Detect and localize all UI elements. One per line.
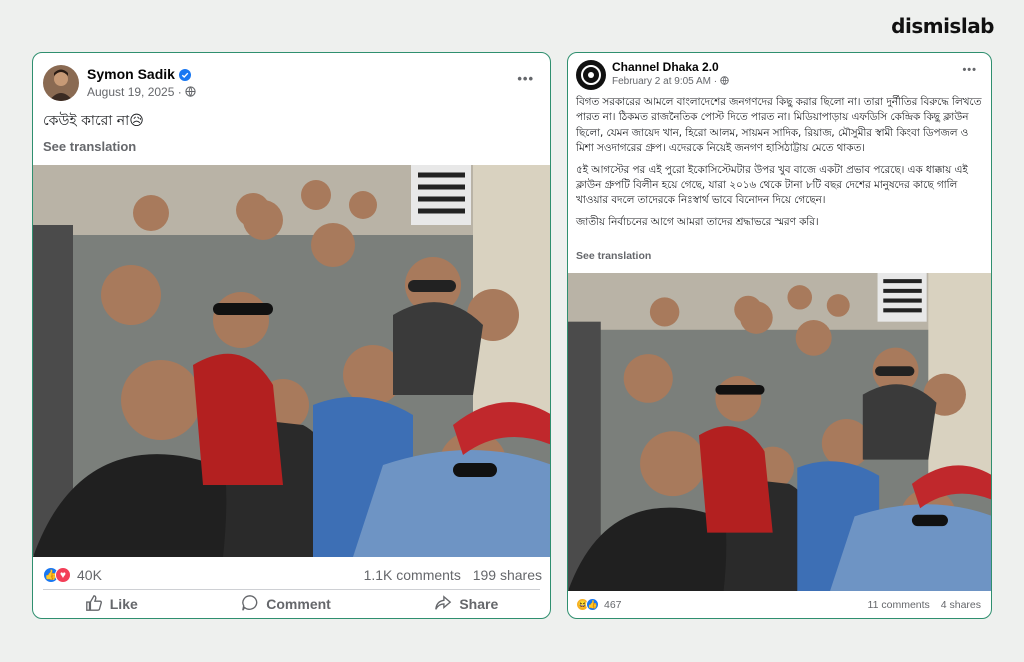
right-facebook-post: Channel Dhaka 2.0 February 2 at 9:05 AM …: [567, 52, 992, 619]
comment-label: Comment: [266, 596, 331, 612]
verified-icon: [178, 68, 191, 84]
see-translation-link[interactable]: See translation: [43, 139, 136, 154]
post-meta: August 19, 2025 ·: [87, 85, 196, 99]
share-icon: [434, 594, 452, 615]
post-date[interactable]: August 19, 2025: [87, 85, 174, 99]
reaction-summary[interactable]: 😆 👍 467: [576, 598, 622, 611]
share-label: Share: [459, 596, 499, 612]
group-selfie-photo[interactable]: [33, 165, 550, 557]
shares-count-link[interactable]: 4 shares: [941, 599, 981, 611]
post-paragraph: ৫ই আগস্টের পর এই পুরো ইকোসিস্টেমটার উপর …: [576, 163, 968, 207]
love-reaction-icon: ♥: [55, 567, 71, 583]
author-name[interactable]: Symon Sadik: [87, 66, 191, 84]
like-label: Like: [109, 596, 138, 612]
action-bar: Like Comment Share: [33, 593, 550, 615]
engagement-summary: 11 comments 4 shares: [868, 599, 981, 611]
comment-icon: [241, 594, 259, 615]
globe-icon: [185, 85, 196, 99]
post-text: বিগত সরকারের আমলে বাংলাদেশের জনগণদের কিছ…: [576, 95, 986, 230]
like-reaction-icon: 👍: [586, 598, 599, 611]
comments-count-link[interactable]: 11 comments: [868, 599, 930, 611]
divider: [43, 589, 540, 590]
post-text: কেউই কারো না😥: [43, 113, 144, 129]
post-paragraph: বিগত সরকারের আমলে বাংলাদেশের জনগণদের কিছ…: [576, 96, 982, 155]
post-paragraph: জাতীয় নির্বাচনের আগে আমরা তাদের শ্রদ্ধা…: [576, 215, 819, 228]
dismislab-logo: dismislab: [891, 14, 994, 38]
more-options-button[interactable]: •••: [517, 71, 534, 86]
like-button[interactable]: Like: [85, 594, 138, 615]
globe-icon: [720, 76, 729, 87]
share-button[interactable]: Share: [434, 594, 498, 615]
see-translation-link[interactable]: See translation: [576, 250, 651, 262]
left-facebook-post: Symon Sadik August 19, 2025 · ••• কেউই ক…: [32, 52, 551, 619]
page-name[interactable]: Channel Dhaka 2.0: [612, 60, 719, 74]
shares-count-link[interactable]: 199 shares: [473, 567, 542, 583]
reaction-count: 40K: [77, 567, 102, 583]
comments-count-link[interactable]: 1.1K comments: [364, 567, 461, 583]
comment-button[interactable]: Comment: [241, 594, 331, 615]
engagement-summary: 1.1K comments 199 shares: [364, 567, 542, 583]
reaction-count: 467: [604, 598, 622, 611]
post-meta: February 2 at 9:05 AM ·: [612, 76, 729, 87]
author-avatar[interactable]: [43, 65, 79, 101]
group-selfie-photo[interactable]: [568, 273, 991, 591]
post-date[interactable]: February 2 at 9:05 AM: [612, 76, 711, 87]
more-options-button[interactable]: •••: [962, 64, 977, 76]
like-icon: [85, 594, 103, 615]
reaction-summary[interactable]: 👍 ♥ 40K: [43, 567, 102, 583]
page-avatar[interactable]: [576, 60, 606, 90]
